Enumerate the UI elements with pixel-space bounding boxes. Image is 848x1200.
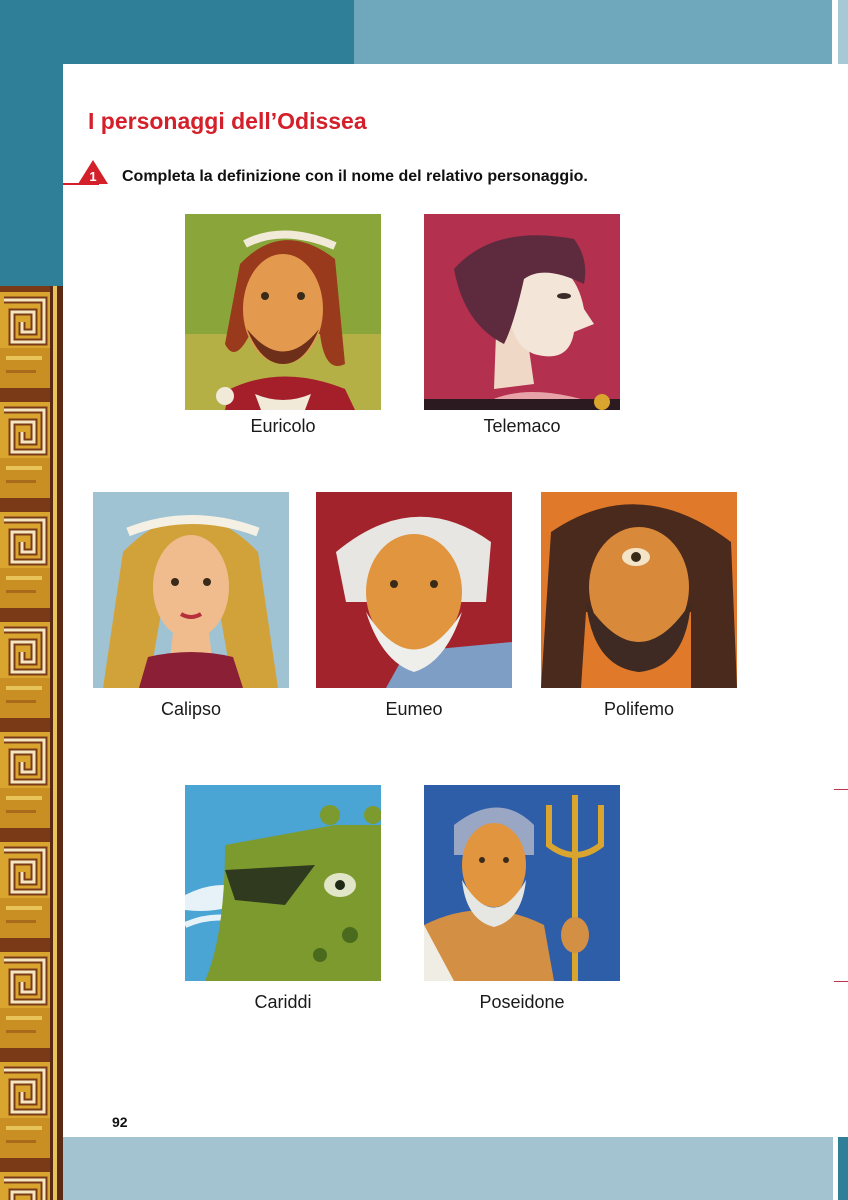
portrait-euricolo <box>185 214 381 410</box>
exercise-instruction: Completa la definizione con il nome del … <box>122 168 588 185</box>
bottom-band <box>63 1137 833 1200</box>
caption-cariddi: Cariddi <box>254 992 312 1012</box>
margin-mark <box>834 981 848 982</box>
page-title: I personaggi dell’Odissea <box>88 108 367 134</box>
exercise-number: 1 <box>89 169 96 184</box>
margin-mark <box>834 789 848 790</box>
bottom-right-band <box>838 1137 848 1200</box>
portrait-eumeo <box>316 492 512 688</box>
caption-euricolo: Euricolo <box>250 416 316 436</box>
greek-key-border <box>0 286 63 1200</box>
exercise-number-badge: 1 <box>78 160 108 184</box>
left-teal-band <box>0 64 63 286</box>
top-band-light <box>354 0 832 64</box>
caption-eumeo: Eumeo <box>385 699 443 719</box>
page-number: 92 <box>112 1114 128 1130</box>
portrait-calipso <box>93 492 289 688</box>
top-band-dark <box>0 0 354 64</box>
caption-polifemo: Polifemo <box>603 699 675 719</box>
caption-telemaco: Telemaco <box>483 416 561 436</box>
right-edge-band <box>838 0 848 64</box>
caption-poseidone: Poseidone <box>479 992 565 1012</box>
portrait-telemaco <box>424 214 620 410</box>
portrait-cariddi <box>185 785 381 981</box>
caption-calipso: Calipso <box>160 699 222 719</box>
portrait-poseidone <box>424 785 620 981</box>
portrait-polifemo <box>541 492 737 688</box>
